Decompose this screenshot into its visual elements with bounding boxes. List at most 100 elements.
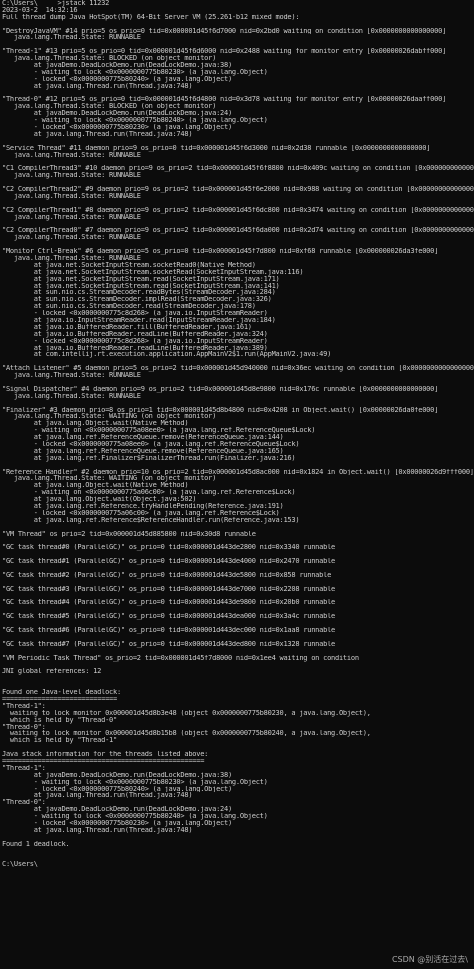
- console-line: - waiting to lock <0x0000000775b80240> (…: [2, 813, 268, 820]
- console-line: at java.net.SocketInputStream.read(Socke…: [2, 275, 280, 283]
- console-line: - waiting on <0x0000000775a08ee0> (a jav…: [2, 427, 316, 435]
- console-line: java.lang.Thread.State: BLOCKED (on obje…: [2, 103, 217, 111]
- console-line: at sun.nio.cs.StreamDecoder.readBytes(St…: [2, 289, 276, 297]
- console-line: waiting to lock monitor 0x000001d45d8b3e…: [2, 709, 371, 717]
- console-line: JNI global references: 12: [2, 668, 102, 676]
- console-line: "GC task thread#1 (ParallelGC)" os_prio=…: [2, 558, 336, 566]
- console-line: "GC task thread#7 (ParallelGC)" os_prio=…: [2, 640, 336, 648]
- console-line: at java.lang.Object.wait(Object.java:502…: [2, 496, 197, 504]
- console-line: - waiting to lock <0x0000000775b80230> (…: [2, 68, 268, 76]
- console-line: ========================================…: [2, 757, 205, 765]
- console-line: - waiting to lock <0x0000000775b80230> (…: [2, 778, 268, 786]
- console-line: java.lang.Thread.State: RUNNABLE: [2, 34, 141, 42]
- console-line: at java.lang.ref.Reference.tryHandlePend…: [2, 503, 284, 510]
- console-line: java.lang.Thread.State: RUNNABLE: [2, 213, 141, 221]
- console-line: which is held by "Thread-0": [2, 716, 117, 724]
- console-line: C:\Users\: [2, 861, 38, 869]
- console-line: "C2 CompilerThread2" #9 daemon prio=9 os…: [2, 186, 474, 193]
- console-line: Found one Java-level deadlock:: [2, 689, 121, 696]
- console-line: at sun.nio.cs.StreamDecoder.read(StreamD…: [2, 303, 256, 311]
- console-line: at javaDemo.DeadLockDemo.run(DeadLockDem…: [2, 62, 232, 69]
- console-line: - locked <0x0000000775c8d268> (a java.io…: [2, 310, 268, 317]
- console-line: - locked <0x0000000775c8d268> (a java.io…: [2, 337, 268, 345]
- console-line: "Thread-1":: [2, 702, 46, 710]
- console-line: at java.lang.Thread.run(Thread.java:748): [2, 792, 193, 800]
- console-line: at java.io.BufferedReader.fill(BufferedR…: [2, 323, 252, 331]
- console-output: C:\Users\ >jstack 11232 2023-03-2 14:32:1…: [2, 0, 474, 868]
- console-line: "VM Thread" os_prio=2 tid=0x000001d45d88…: [2, 530, 256, 538]
- console-line: java.lang.Thread.State: BLOCKED (on obje…: [2, 55, 217, 63]
- console-line: "GC task thread#2 (ParallelGC)" os_prio=…: [2, 571, 332, 579]
- console-line: "C1 CompilerThread3" #10 daemon prio=9 o…: [2, 165, 474, 173]
- console-line: java.lang.Thread.State: RUNNABLE: [2, 234, 141, 242]
- csdn-watermark: CSDN @别活在过去\: [391, 955, 468, 964]
- console-line: "Finalizer" #3 daemon prio=8 os_prio=1 t…: [2, 406, 439, 414]
- console-line: "Thread-0" #12 prio=5 os_prio=0 tid=0x00…: [2, 96, 447, 104]
- console-line: - locked <0x0000000775b80240> (a java.la…: [2, 785, 232, 793]
- console-line: at java.io.BufferedReader.readLine(Buffe…: [2, 330, 268, 338]
- console-line: "Thread-1":: [2, 764, 46, 772]
- console-line: at java.lang.Object.wait(Native Method): [2, 420, 189, 428]
- console-line: "Service Thread" #11 daemon prio=9 os_pr…: [2, 144, 431, 152]
- console-line: - waiting to lock <0x0000000775b80240> (…: [2, 117, 268, 125]
- console-line: at javaDemo.DeadLockDemo.run(DeadLockDem…: [2, 110, 232, 118]
- console-line: at java.net.SocketInputStream.socketRead…: [2, 261, 256, 269]
- console-line: "GC task thread#6 (ParallelGC)" os_prio=…: [2, 627, 336, 634]
- console-line: "Thread-0":: [2, 723, 46, 731]
- console-line: - locked <0x0000000775b80230> (a java.la…: [2, 819, 232, 827]
- console-line: "C2 CompilerThread0" #7 daemon prio=9 os…: [2, 227, 474, 235]
- console-line: java.lang.Thread.State: RUNNABLE: [2, 172, 141, 180]
- console-line: waiting to lock monitor 0x000001d45d8b15…: [2, 730, 371, 738]
- console-line: 2023-03-2 14:32:16: [2, 6, 78, 14]
- console-line: "Signal Dispatcher" #4 daemon prio=9 os_…: [2, 385, 439, 393]
- console-line: at java.lang.Thread.run(Thread.java:748): [2, 82, 193, 90]
- console-line: which is held by "Thread-1": [2, 737, 117, 745]
- console-line: "Thread-0":: [2, 799, 46, 807]
- console-line: Full thread dump Java HotSpot(TM) 64-Bit…: [2, 13, 300, 21]
- console-line: "GC task thread#4 (ParallelGC)" os_prio=…: [2, 599, 336, 607]
- console-line: java.lang.Thread.State: RUNNABLE: [2, 372, 141, 379]
- console-line: at javaDemo.DeadLockDemo.run(DeadLockDem…: [2, 806, 232, 814]
- console-line: "GC task thread#0 (ParallelGC)" os_prio=…: [2, 544, 336, 552]
- console-line: - waiting on <0x0000000775a06c00> (a jav…: [2, 489, 296, 497]
- console-line: "Monitor Ctrl-Break" #6 daemon prio=5 os…: [2, 248, 439, 255]
- console-line: at java.lang.Object.wait(Native Method): [2, 482, 189, 490]
- console-line: at java.lang.ref.Reference$ReferenceHand…: [2, 516, 300, 524]
- console-line: at java.net.SocketInputStream.socketRead…: [2, 268, 304, 276]
- console-line: - locked <0x0000000775b80230> (a java.la…: [2, 124, 232, 131]
- console-line: "GC task thread#3 (ParallelGC)" os_prio=…: [2, 585, 336, 593]
- console-line: java.lang.Thread.State: RUNNABLE: [2, 192, 141, 200]
- console-line: "C2 CompilerThread1" #8 daemon prio=9 os…: [2, 206, 474, 214]
- console-line: at java.lang.Thread.run(Thread.java:748): [2, 130, 193, 138]
- console-line: at java.io.BufferedReader.readLine(Buffe…: [2, 344, 268, 352]
- console-line: "VM Periodic Task Thread" os_prio=2 tid=…: [2, 654, 359, 662]
- console-line: - locked <0x0000000775a08ee0> (a java.la…: [2, 441, 300, 448]
- console-line: java.lang.Thread.State: WAITING (on obje…: [2, 475, 217, 483]
